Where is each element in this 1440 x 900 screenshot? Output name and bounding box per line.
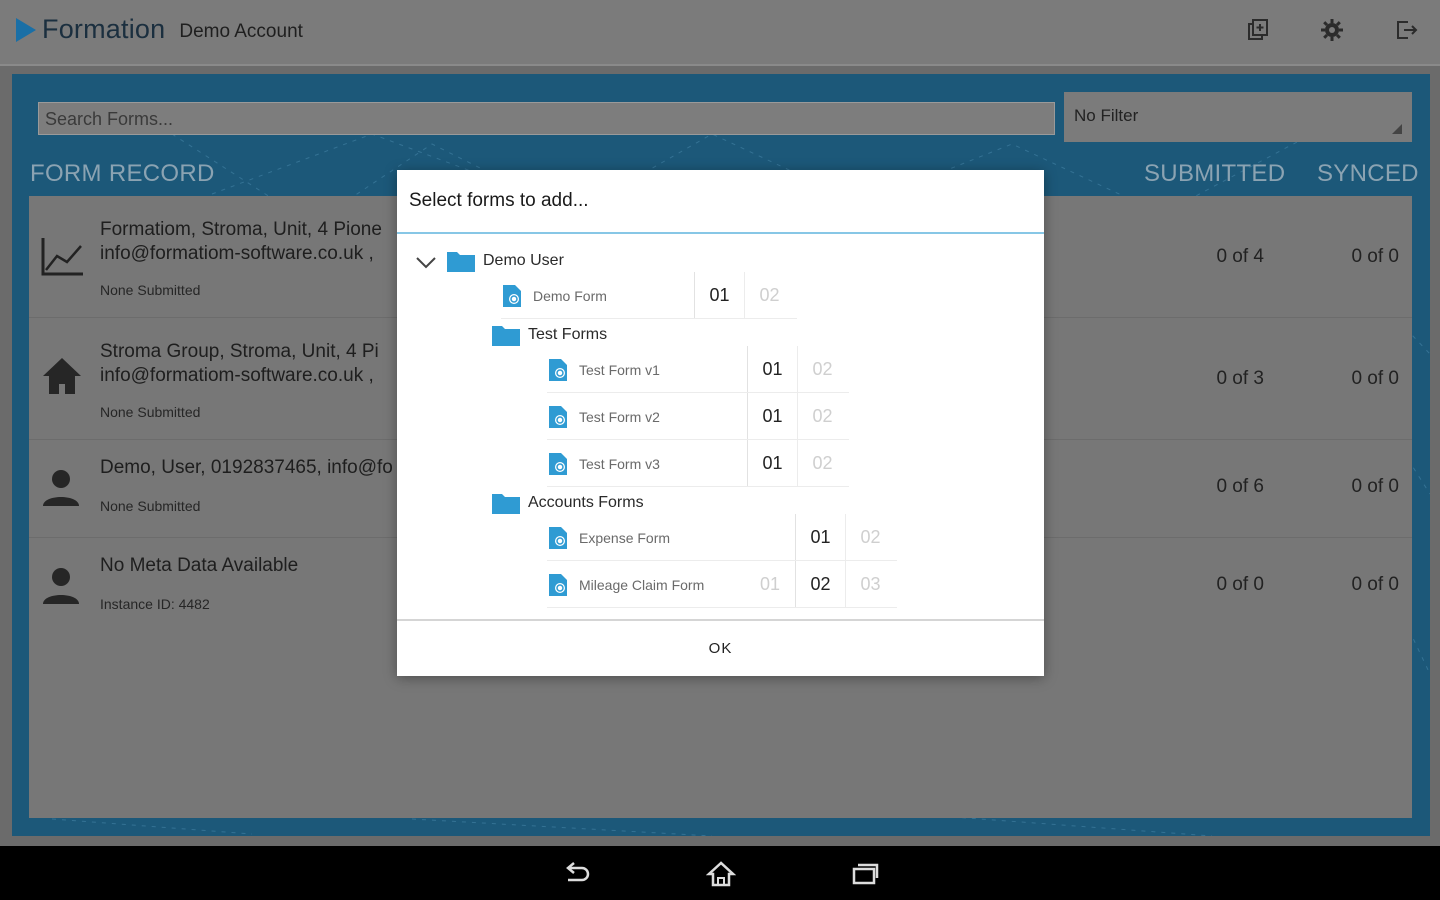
row-title: Demo, User, 0192837465, info@fo bbox=[100, 457, 393, 478]
version-cell[interactable]: 02 bbox=[797, 440, 847, 486]
tree-label: Demo User bbox=[483, 252, 564, 269]
version-cell[interactable]: 01 bbox=[745, 561, 795, 607]
header-synced: SYNCED bbox=[1317, 160, 1419, 187]
tree-label: Test Form v3 bbox=[579, 456, 660, 472]
row-submitted: 0 of 0 bbox=[1216, 574, 1264, 595]
row-submitted: 0 of 6 bbox=[1216, 476, 1264, 497]
account-name: Demo Account bbox=[179, 20, 303, 42]
row-synced: 0 of 0 bbox=[1351, 476, 1399, 497]
version-cell[interactable]: 02 bbox=[795, 561, 845, 607]
brand: Formation Demo Account bbox=[16, 14, 303, 45]
forms-tree: Demo User Demo Form 01 02 Test Forms Tes… bbox=[397, 234, 1044, 618]
form-document-icon bbox=[549, 527, 567, 549]
recents-icon[interactable] bbox=[850, 860, 880, 888]
logout-icon[interactable] bbox=[1392, 16, 1420, 44]
folder-icon bbox=[492, 494, 520, 514]
form-document-icon bbox=[549, 406, 567, 428]
person-icon bbox=[41, 566, 81, 606]
select-forms-dialog: Select forms to add... Demo User Demo Fo… bbox=[397, 170, 1044, 676]
dropdown-caret-icon bbox=[1392, 124, 1402, 134]
person-icon bbox=[41, 468, 81, 508]
row-synced: 0 of 0 bbox=[1351, 574, 1399, 595]
search-input[interactable]: Search Forms... bbox=[38, 102, 1055, 135]
tree-node-test-forms[interactable]: Test Forms bbox=[492, 324, 607, 346]
row-subtitle: Instance ID: 4482 bbox=[100, 596, 210, 612]
tree-label: Expense Form bbox=[579, 530, 671, 546]
home-nav-icon[interactable] bbox=[705, 860, 737, 888]
brand-logo-icon bbox=[16, 17, 36, 42]
ok-button[interactable]: OK bbox=[397, 621, 1044, 676]
filter-select[interactable]: No Filter bbox=[1064, 92, 1412, 142]
row-divider bbox=[547, 607, 897, 608]
row-submitted: 0 of 4 bbox=[1216, 246, 1264, 267]
version-cell[interactable]: 01 bbox=[747, 393, 797, 439]
tree-node-test-form-v3[interactable]: Test Form v3 bbox=[547, 452, 660, 476]
row-title: Stroma Group, Stroma, Unit, 4 Pi info@fo… bbox=[100, 341, 379, 386]
folder-icon bbox=[447, 252, 475, 272]
version-cell[interactable]: 01 bbox=[795, 514, 845, 560]
row-divider bbox=[501, 318, 797, 319]
version-cell[interactable]: 02 bbox=[744, 272, 794, 318]
version-cell[interactable]: 03 bbox=[845, 561, 895, 607]
tree-label: Accounts Forms bbox=[528, 494, 644, 511]
app-bar: Formation Demo Account bbox=[0, 0, 1440, 66]
tree-node-demo-user[interactable]: Demo User bbox=[447, 250, 564, 272]
tree-node-demo-form[interactable]: Demo Form bbox=[501, 284, 607, 308]
version-cell[interactable]: 02 bbox=[845, 514, 895, 560]
row-synced: 0 of 0 bbox=[1351, 368, 1399, 389]
form-document-icon bbox=[503, 285, 521, 307]
row-synced: 0 of 0 bbox=[1351, 246, 1399, 267]
add-forms-icon[interactable] bbox=[1244, 16, 1272, 44]
back-icon[interactable] bbox=[562, 860, 592, 888]
filter-value: No Filter bbox=[1074, 106, 1139, 125]
tree-node-mileage-claim-form[interactable]: Mileage Claim Form bbox=[547, 573, 704, 597]
version-cell[interactable]: 01 bbox=[747, 346, 797, 392]
chevron-down-icon[interactable] bbox=[415, 256, 437, 270]
system-nav-bar bbox=[0, 846, 1440, 900]
tree-node-accounts-forms[interactable]: Accounts Forms bbox=[492, 492, 644, 514]
version-cell[interactable]: 01 bbox=[694, 272, 744, 318]
row-subtitle: None Submitted bbox=[100, 498, 201, 514]
tree-node-test-form-v1[interactable]: Test Form v1 bbox=[547, 358, 660, 382]
version-cell[interactable]: 02 bbox=[797, 393, 847, 439]
row-divider bbox=[547, 486, 849, 487]
chart-icon bbox=[41, 236, 83, 276]
row-subtitle: None Submitted bbox=[100, 404, 201, 420]
header-submitted: SUBMITTED bbox=[1144, 160, 1286, 187]
row-submitted: 0 of 3 bbox=[1216, 368, 1264, 389]
tree-node-expense-form[interactable]: Expense Form bbox=[547, 526, 670, 550]
row-title: Formatiom, Stroma, Unit, 4 Pione info@fo… bbox=[100, 219, 382, 264]
tree-label: Test Form v1 bbox=[579, 362, 660, 378]
home-icon bbox=[41, 356, 81, 396]
tree-label: Mileage Claim Form bbox=[579, 577, 705, 593]
tree-label: Demo Form bbox=[533, 288, 607, 304]
dialog-title: Select forms to add... bbox=[409, 190, 589, 211]
folder-icon bbox=[492, 326, 520, 346]
header-form-record: FORM RECORD bbox=[30, 160, 215, 187]
row-title: No Meta Data Available bbox=[100, 555, 299, 576]
form-document-icon bbox=[549, 574, 567, 596]
tree-label: Test Form v2 bbox=[579, 409, 660, 425]
tree-label: Test Forms bbox=[528, 326, 608, 343]
brand-name: Formation bbox=[42, 14, 166, 44]
form-document-icon bbox=[549, 359, 567, 381]
form-document-icon bbox=[549, 453, 567, 475]
version-cell[interactable]: 01 bbox=[747, 440, 797, 486]
version-cell[interactable]: 02 bbox=[797, 346, 847, 392]
row-subtitle: None Submitted bbox=[100, 282, 201, 298]
settings-icon[interactable] bbox=[1318, 16, 1346, 44]
tree-node-test-form-v2[interactable]: Test Form v2 bbox=[547, 405, 660, 429]
